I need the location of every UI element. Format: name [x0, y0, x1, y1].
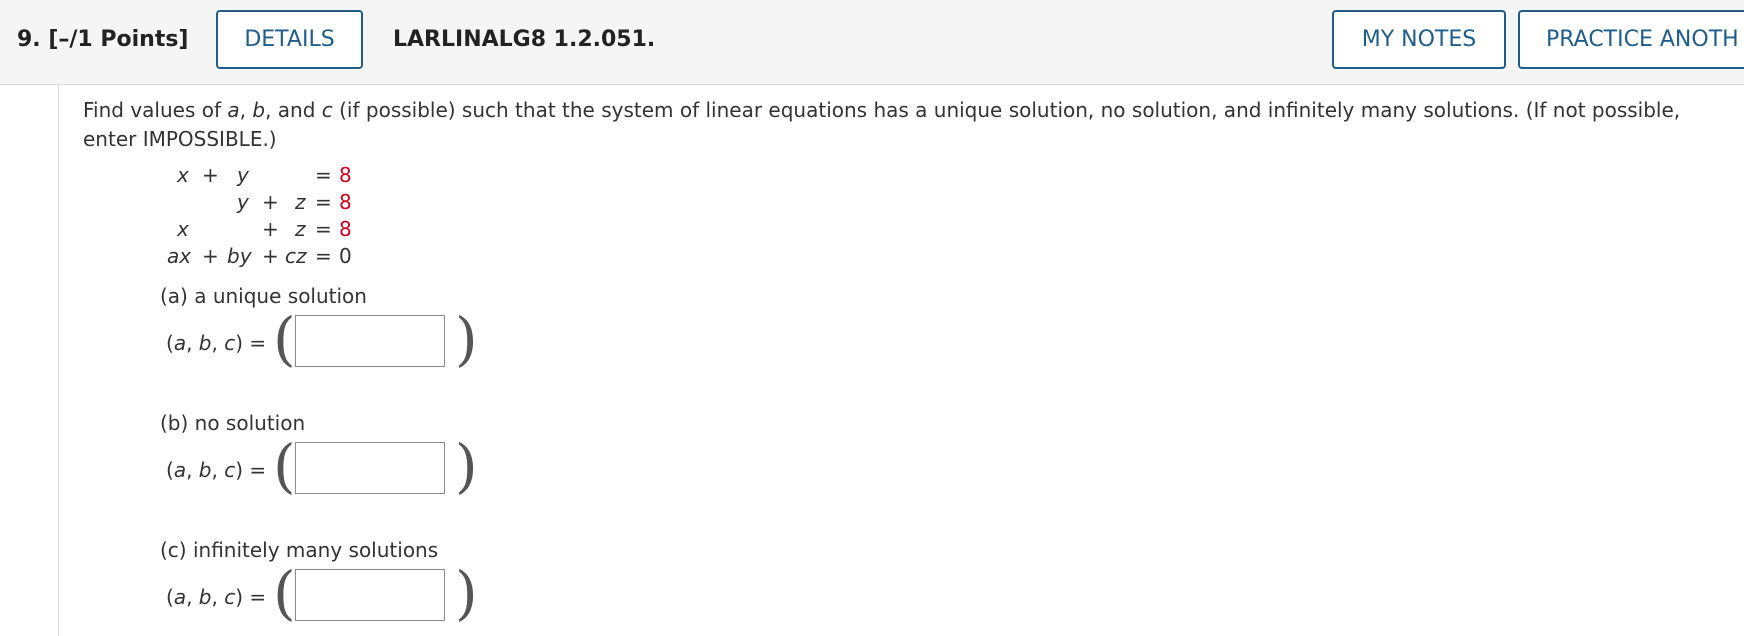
equation-row-3: x + z = 8: [165, 217, 365, 244]
part-b-answer-input[interactable]: [295, 442, 445, 494]
question-header: 9. [–/1 Points] DETAILS LARLINALG8 1.2.0…: [0, 0, 1744, 85]
prompt-sep-1: ,: [239, 98, 253, 122]
equation-row-2: y + z = 8: [165, 190, 365, 217]
eq4-equals: =: [315, 244, 332, 268]
part-c-var-b: b: [198, 585, 212, 609]
part-b-tuple-label: (a, b, c) =: [166, 458, 266, 482]
eq4-by: by: [227, 244, 252, 268]
part-a-var-a: a: [173, 331, 187, 355]
part-b-var-c: c: [224, 458, 236, 482]
part-b-sep-2: ,: [211, 458, 225, 482]
left-gutter-divider: [58, 85, 59, 636]
part-a-tuple-close: ) =: [235, 331, 267, 355]
part-a-var-c: c: [224, 331, 236, 355]
eq2-rhs: 8: [339, 190, 352, 214]
eq4-plus-2: +: [262, 244, 279, 268]
equation-row-1: x + y = 8: [165, 163, 365, 190]
problem-code: LARLINALG8 1.2.051.: [393, 27, 656, 52]
part-b-var-a: a: [173, 458, 187, 482]
question-prompt: Find values of a, b, and c (if possible)…: [83, 96, 1733, 154]
eq4-ax: ax: [167, 244, 192, 268]
part-a-sep-1: ,: [186, 331, 199, 355]
part-c-label: (c) infinitely many solutions: [160, 538, 439, 562]
eq4-rhs: 0: [339, 244, 352, 268]
part-c-tuple-label: (a, b, c) =: [166, 585, 266, 609]
part-b-close-paren: ): [455, 432, 478, 500]
practice-another-button[interactable]: PRACTICE ANOTH: [1518, 10, 1744, 69]
my-notes-button[interactable]: MY NOTES: [1332, 10, 1506, 69]
equation-system: x + y = 8 y + z = 8 x + z = 8 ax + by + …: [165, 163, 365, 271]
part-a-label: (a) a unique solution: [160, 284, 367, 308]
eq4-plus-1: +: [202, 244, 219, 268]
eq3-x: x: [177, 217, 189, 241]
part-c-tuple-close: ) =: [235, 585, 267, 609]
eq3-plus: +: [262, 217, 279, 241]
equation-row-4: ax + by + cz = 0: [165, 244, 365, 271]
eq2-plus: +: [262, 190, 279, 214]
part-c-sep-2: ,: [211, 585, 225, 609]
part-a-tuple-open: (: [166, 331, 174, 355]
eq1-y: y: [237, 163, 249, 187]
eq1-equals: =: [315, 163, 332, 187]
details-button[interactable]: DETAILS: [216, 10, 363, 69]
eq2-equals: =: [315, 190, 332, 214]
part-c-open-paren: (: [273, 559, 296, 627]
prompt-var-c: c: [321, 98, 333, 122]
part-b-open-paren: (: [273, 432, 296, 500]
eq1-rhs: 8: [339, 163, 352, 187]
part-c-close-paren: ): [455, 559, 478, 627]
prompt-var-a: a: [227, 98, 240, 122]
part-b-var-b: b: [198, 458, 212, 482]
eq4-cz: cz: [285, 244, 307, 268]
part-c-var-a: a: [173, 585, 187, 609]
eq3-equals: =: [315, 217, 332, 241]
eq1-plus: +: [202, 163, 219, 187]
part-c-sep-1: ,: [186, 585, 199, 609]
part-a-answer-input[interactable]: [295, 315, 445, 367]
prompt-sep-2: , and: [265, 98, 322, 122]
question-points-label: 9. [–/1 Points]: [17, 27, 189, 52]
eq3-z: z: [295, 217, 306, 241]
part-a-var-b: b: [198, 331, 212, 355]
eq3-rhs: 8: [339, 217, 352, 241]
part-a-open-paren: (: [273, 305, 296, 373]
part-b-tuple-close: ) =: [235, 458, 267, 482]
part-a-close-paren: ): [455, 305, 478, 373]
eq2-y: y: [237, 190, 249, 214]
eq1-x: x: [177, 163, 189, 187]
prompt-text-1: Find values of: [83, 98, 228, 122]
question-page: 9. [–/1 Points] DETAILS LARLINALG8 1.2.0…: [0, 0, 1744, 636]
part-c-var-c: c: [224, 585, 236, 609]
eq2-z: z: [295, 190, 306, 214]
part-a-tuple-label: (a, b, c) =: [166, 331, 266, 355]
part-c-answer-input[interactable]: [295, 569, 445, 621]
part-b-sep-1: ,: [186, 458, 199, 482]
part-a-sep-2: ,: [211, 331, 225, 355]
part-c-tuple-open: (: [166, 585, 174, 609]
prompt-var-b: b: [252, 98, 266, 122]
part-b-tuple-open: (: [166, 458, 174, 482]
